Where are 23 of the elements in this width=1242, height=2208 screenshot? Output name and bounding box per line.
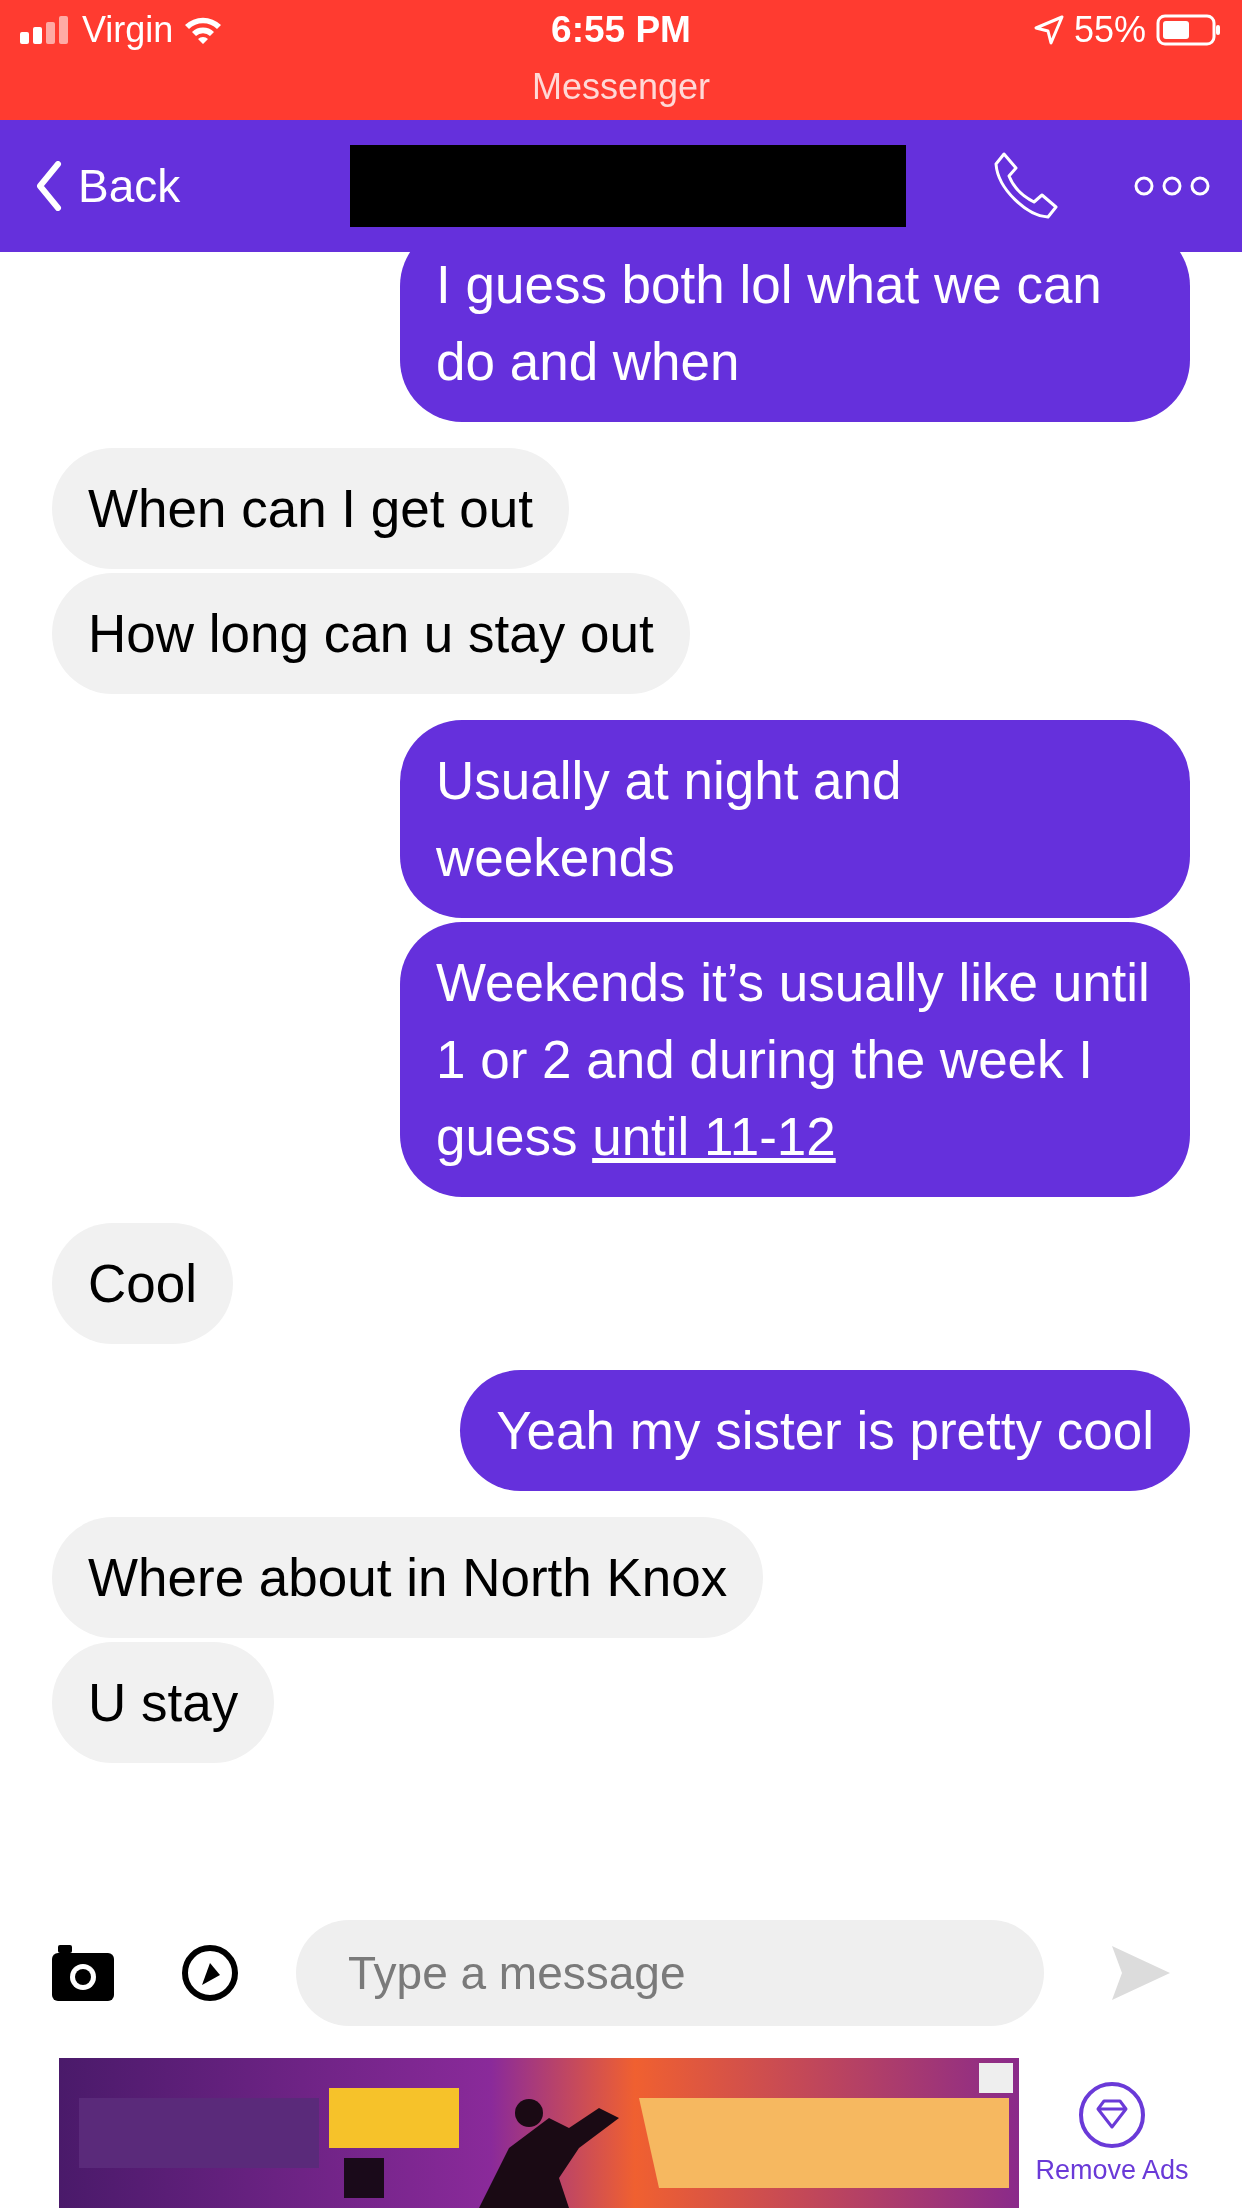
carrier-name: Virgin [82, 9, 174, 51]
clock-time: 6:55 PM [551, 9, 691, 51]
message-bubble: U stay [52, 1642, 275, 1763]
message-bubble: Where about in North Knox [52, 1517, 764, 1638]
message-bubble: Yeah my sister is pretty cool [460, 1370, 1190, 1491]
chevron-left-icon [36, 161, 62, 211]
date-link[interactable]: until 11-12 [592, 1107, 836, 1166]
message-bubble: Usually at night and weekends [400, 720, 1190, 918]
message-input[interactable]: Type a message [296, 1920, 1044, 2026]
wifi-icon [183, 15, 224, 45]
message-bubble: Cool [52, 1223, 233, 1344]
message-bubble: I guess both lol what we can do and when [400, 252, 1190, 422]
location-arrow-icon [1033, 15, 1064, 45]
message-bubble: How long can u stay out [52, 573, 690, 694]
camera-icon[interactable] [52, 1945, 114, 2001]
sticker-icon[interactable] [182, 1945, 238, 2001]
remove-ads-button[interactable]: Remove Ads [1027, 2080, 1197, 2186]
message-bubble: Weekends it’s usually like until 1 or 2 and during the week I guess until 11-12 [400, 922, 1190, 1197]
back-button[interactable]: Back [36, 159, 181, 213]
message-bubble: When can I get out [52, 448, 569, 569]
battery-icon [1156, 14, 1222, 46]
battery-percent: 55% [1073, 9, 1146, 51]
more-options-icon[interactable] [1132, 174, 1212, 198]
